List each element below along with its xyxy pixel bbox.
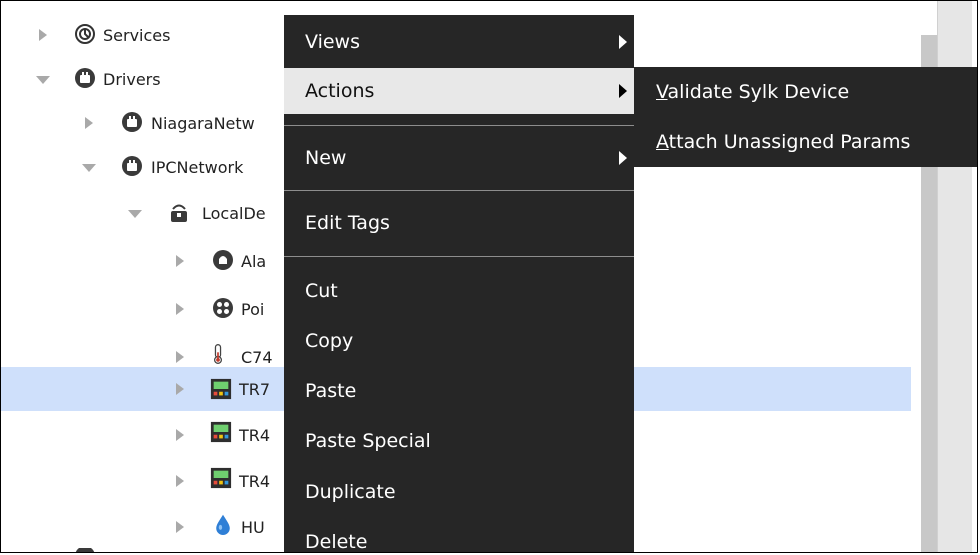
- services-gear-icon: [75, 24, 95, 44]
- expand-arrow-icon[interactable]: [176, 303, 184, 315]
- tree-node-label: TR7: [239, 379, 271, 399]
- tree-node-label: LocalDe: [202, 203, 266, 223]
- menu-separator: [284, 125, 634, 126]
- menu-item-label: Actions: [305, 80, 375, 102]
- points-icon: [213, 298, 233, 318]
- tree-node-label: C74: [241, 347, 273, 367]
- menu-item-label: Copy: [305, 330, 354, 352]
- tree-node-label: HU: [241, 517, 265, 537]
- menu-item-label: Paste: [305, 380, 357, 402]
- actions-submenu: Validate Sylk Device Attach Unassigned P…: [634, 67, 977, 167]
- submenu-item-validate-sylk-device[interactable]: Validate Sylk Device: [634, 69, 977, 115]
- expand-arrow-icon[interactable]: [176, 255, 184, 267]
- menu-item-label: New: [305, 147, 347, 169]
- menu-item-duplicate[interactable]: Duplicate: [284, 469, 634, 515]
- tree-node-label: IPCNetwork: [151, 157, 244, 177]
- menu-item-paste-special[interactable]: Paste Special: [284, 418, 634, 464]
- controller-icon: [210, 421, 232, 443]
- submenu-arrow-icon: [619, 35, 627, 49]
- controller-icon: [210, 378, 232, 400]
- collapse-arrow-icon[interactable]: [82, 164, 96, 172]
- expand-arrow-icon[interactable]: [39, 29, 47, 41]
- tree-node-label: TR4: [239, 425, 271, 445]
- submenu-arrow-icon: [619, 84, 627, 98]
- collapse-arrow-icon[interactable]: [128, 210, 142, 218]
- menu-item-copy[interactable]: Copy: [284, 318, 634, 364]
- submenu-arrow-icon: [619, 151, 627, 165]
- menu-item-new[interactable]: New: [284, 135, 634, 181]
- tree-node-label: Ala: [241, 251, 267, 271]
- tree-node-label: Services: [103, 25, 171, 45]
- menu-item-edit-tags[interactable]: Edit Tags: [284, 200, 634, 246]
- menu-item-label: Duplicate: [305, 481, 396, 503]
- expand-arrow-icon[interactable]: [176, 429, 184, 441]
- context-menu: Views Actions New Edit Tags Cut Copy Pas…: [284, 15, 634, 553]
- alarm-icon: [213, 250, 233, 270]
- menu-item-paste[interactable]: Paste: [284, 368, 634, 414]
- submenu-item-label: Attach Unassigned Params: [656, 131, 911, 153]
- menu-item-actions[interactable]: Actions: [284, 68, 634, 114]
- expand-arrow-icon[interactable]: [85, 117, 93, 129]
- menu-separator: [284, 190, 634, 191]
- tree-node-label: Poi: [241, 299, 265, 319]
- menu-item-label: Delete: [305, 531, 368, 553]
- local-device-icon: [171, 204, 187, 222]
- expand-arrow-icon[interactable]: [176, 383, 184, 395]
- menu-item-label: Views: [305, 31, 360, 53]
- thermometer-icon: [213, 344, 223, 364]
- menu-item-label: Paste Special: [305, 430, 431, 452]
- workbench-frame: Services Drivers NiagaraNetw IPCNetwork …: [0, 0, 978, 553]
- tree-node-label: NiagaraNetw: [151, 113, 255, 133]
- controller-icon: [210, 467, 232, 489]
- menu-separator: [284, 256, 634, 257]
- menu-item-label: Cut: [305, 280, 338, 302]
- collapse-arrow-icon[interactable]: [36, 76, 50, 84]
- water-drop-icon: [216, 514, 230, 535]
- menu-item-cut[interactable]: Cut: [284, 268, 634, 314]
- expand-arrow-icon[interactable]: [176, 475, 184, 487]
- menu-item-views[interactable]: Views: [284, 19, 634, 65]
- expand-arrow-icon[interactable]: [176, 351, 184, 363]
- network-icon: [122, 112, 142, 132]
- drivers-icon: [75, 68, 95, 88]
- menu-item-delete[interactable]: Delete: [284, 519, 634, 553]
- menu-item-label: Edit Tags: [305, 212, 390, 234]
- submenu-item-attach-unassigned-params[interactable]: Attach Unassigned Params: [634, 119, 977, 165]
- next-node-icon: [75, 548, 95, 552]
- tree-node-label: TR4: [239, 471, 271, 491]
- network-icon: [122, 156, 142, 176]
- submenu-item-label: Validate Sylk Device: [656, 81, 850, 103]
- expand-arrow-icon[interactable]: [176, 521, 184, 533]
- tree-node-label: Drivers: [103, 69, 161, 89]
